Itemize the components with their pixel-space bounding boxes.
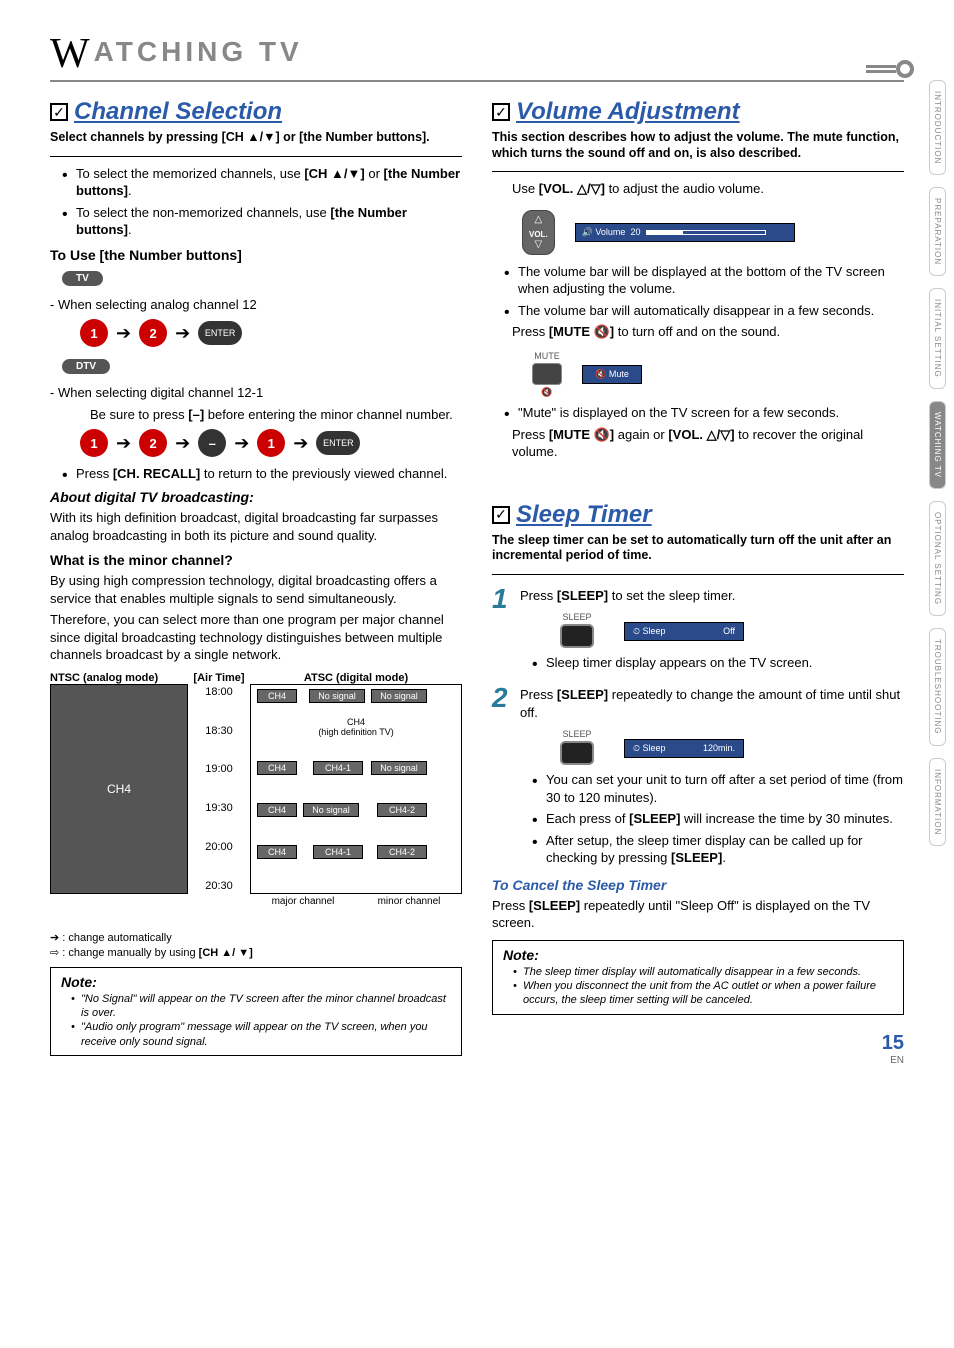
- cancel-heading: To Cancel the Sleep Timer: [492, 877, 904, 893]
- arrow-icon: ➔: [234, 433, 249, 454]
- key-sequence-digital: 1 ➔ 2 ➔ – ➔ 1 ➔ ENTER: [80, 429, 462, 457]
- vol-bullet1: The volume bar will be displayed at the …: [518, 263, 904, 298]
- chapter-title: WATCHING TV: [50, 30, 904, 82]
- tab-initial-setting[interactable]: INITIAL SETTING: [929, 288, 946, 389]
- step2-note2: Each press of [SLEEP] will increase the …: [546, 810, 904, 828]
- key-enter: ENTER: [198, 321, 242, 345]
- outline-arrow-icon: ⇨: [50, 947, 62, 959]
- sleep-sub: The sleep timer can be set to automatica…: [492, 533, 904, 564]
- atsc-header: ATSC (digital mode): [250, 672, 462, 684]
- cancel-para: Press [SLEEP] repeatedly until "Sleep Of…: [492, 897, 904, 932]
- bullet-nonmemorized: To select the non-memorized channels, us…: [76, 204, 462, 239]
- mute-press: Press [MUTE 🔇] to turn off and on the so…: [512, 323, 904, 341]
- solid-arrow-icon: ➔: [50, 932, 62, 944]
- about-heading: About digital TV broadcasting:: [50, 489, 462, 505]
- atsc-grid: CH4 No signal No signal CH4(high definit…: [250, 684, 462, 894]
- ntsc-header: NTSC (analog mode): [50, 672, 188, 684]
- pill-dtv: DTV: [62, 359, 110, 374]
- chapter-big-letter: W: [50, 31, 94, 77]
- analog-example: - When selecting analog channel 12: [50, 296, 462, 314]
- heading-use-number-buttons: To Use [the Number buttons]: [50, 247, 462, 263]
- arrow-icon: ➔: [116, 323, 131, 344]
- checkbox-icon: ✓: [50, 103, 68, 121]
- step2-text: Press [SLEEP] repeatedly to change the a…: [520, 686, 904, 721]
- checkbox-icon: ✓: [492, 506, 510, 524]
- tab-introduction[interactable]: INTRODUCTION: [929, 80, 946, 175]
- key-2: 2: [139, 319, 167, 347]
- mute-recover: Press [MUTE 🔇] again or [VOL. △/▽] to re…: [512, 426, 904, 461]
- arrow-icon: ➔: [116, 433, 131, 454]
- sleep-button-graphic: SLEEP: [560, 612, 594, 650]
- minor-label: minor channel: [356, 896, 462, 907]
- note-box-right: Note: The sleep timer display will autom…: [492, 940, 904, 1015]
- step-1-number: 1: [492, 583, 514, 676]
- note-item: "No Signal" will appear on the TV screen…: [71, 992, 451, 1021]
- key-1: 1: [80, 429, 108, 457]
- step1-note: Sleep timer display appears on the TV sc…: [546, 654, 904, 672]
- vol-use: Use [VOL. △/▽] to adjust the audio volum…: [512, 180, 904, 198]
- ntsc-cell: CH4: [50, 684, 188, 894]
- arrow-icon: ➔: [175, 323, 190, 344]
- minor-para2: Therefore, you can select more than one …: [50, 611, 462, 664]
- channel-sub: Select channels by pressing [CH ▲/▼] or …: [50, 130, 462, 146]
- tab-optional-setting[interactable]: OPTIONAL SETTING: [929, 501, 946, 616]
- digital-example-1: - When selecting digital channel 12-1: [50, 384, 462, 402]
- arrow-icon: ➔: [175, 433, 190, 454]
- time-column: 18:00 18:30 19:00 19:30 20:00 20:30: [188, 684, 250, 894]
- channel-chart: NTSC (analog mode) [Air Time] ATSC (digi…: [50, 672, 462, 907]
- chapter-rest: ATCHING TV: [94, 36, 303, 67]
- divider: [492, 574, 904, 575]
- page-footer: 15 EN: [882, 1032, 904, 1066]
- osd-sleep-off: ⏲ SleepOff: [624, 622, 744, 641]
- airtime-header: [Air Time]: [188, 672, 250, 684]
- note-item: The sleep timer display will automatical…: [513, 965, 893, 979]
- arrow-icon: ➔: [293, 433, 308, 454]
- key-1: 1: [80, 319, 108, 347]
- key-dash: –: [198, 429, 226, 457]
- note-item: When you disconnect the unit from the AC…: [513, 979, 893, 1008]
- bullet-recall: Press [CH. RECALL] to return to the prev…: [76, 465, 462, 483]
- section-channel-selection: Channel Selection: [74, 98, 282, 126]
- note-box-left: Note: "No Signal" will appear on the TV …: [50, 967, 462, 1056]
- mute-button-graphic: MUTE🔇: [532, 351, 562, 398]
- legend: ➔ : change automatically ⇨ : change manu…: [50, 931, 462, 959]
- key-1b: 1: [257, 429, 285, 457]
- vol-button-graphic: △VOL.▽: [522, 210, 555, 255]
- divider: [492, 171, 904, 172]
- step2-note3: After setup, the sleep timer display can…: [546, 832, 904, 867]
- step2-note1: You can set your unit to turn off after …: [546, 771, 904, 806]
- about-para: With its high definition broadcast, digi…: [50, 509, 462, 544]
- tab-watching-tv[interactable]: WATCHING TV: [929, 401, 946, 489]
- minor-para1: By using high compression technology, di…: [50, 572, 462, 607]
- checkbox-icon: ✓: [492, 103, 510, 121]
- divider: [50, 156, 462, 157]
- tab-preparation[interactable]: PREPARATION: [929, 187, 946, 276]
- chapter-marker: [866, 60, 914, 78]
- bullet-memorized: To select the memorized channels, use [C…: [76, 165, 462, 200]
- pill-tv: TV: [62, 271, 103, 286]
- vol-bullet2: The volume bar will automatically disapp…: [518, 302, 904, 320]
- major-label: major channel: [250, 896, 356, 907]
- key-2: 2: [139, 429, 167, 457]
- key-sequence-analog: 1 ➔ 2 ➔ ENTER: [80, 319, 462, 347]
- tab-troubleshooting[interactable]: TROUBLESHOOTING: [929, 628, 946, 745]
- tab-information[interactable]: INFORMATION: [929, 758, 946, 846]
- key-enter: ENTER: [316, 431, 360, 455]
- osd-volume-bar: 🔊 Volume 20: [575, 223, 795, 242]
- step1-text: Press [SLEEP] to set the sleep timer.: [520, 587, 904, 605]
- osd-mute: 🔇 Mute: [582, 365, 642, 384]
- note-item: "Audio only program" message will appear…: [71, 1020, 451, 1049]
- minor-heading: What is the minor channel?: [50, 552, 462, 568]
- side-tabs: INTRODUCTION PREPARATION INITIAL SETTING…: [929, 80, 946, 846]
- volume-sub: This section describes how to adjust the…: [492, 130, 904, 161]
- sleep-button-graphic: SLEEP: [560, 729, 594, 767]
- section-sleep-timer: Sleep Timer: [516, 501, 652, 529]
- digital-example-2: Be sure to press [–] before entering the…: [90, 406, 462, 424]
- mute-bullet1: "Mute" is displayed on the TV screen for…: [518, 404, 904, 422]
- section-volume-adjustment: Volume Adjustment: [516, 98, 740, 126]
- step-2-number: 2: [492, 682, 514, 871]
- osd-sleep-120: ⏲ Sleep120min.: [624, 739, 744, 758]
